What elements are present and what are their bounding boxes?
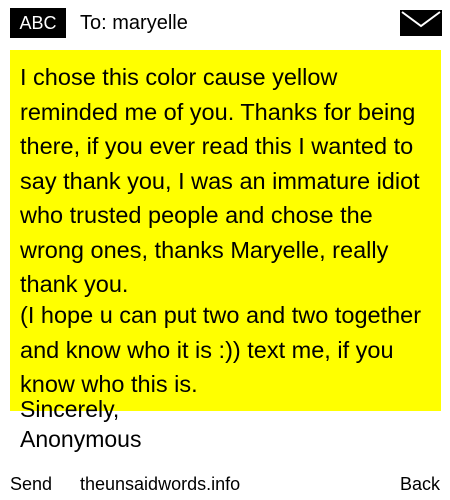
header-bar: ABC To: maryelle <box>0 0 450 46</box>
message-signoff: Sincerely, <box>20 396 120 422</box>
input-mode-badge[interactable]: ABC <box>10 8 66 38</box>
message-signature: Anonymous <box>20 426 142 452</box>
footer-bar: Send theunsaidwords.info Back <box>0 468 450 500</box>
to-label: To: <box>80 12 107 34</box>
envelope-icon[interactable] <box>400 10 442 36</box>
site-label: theunsaidwords.info <box>80 474 241 494</box>
recipient-name: maryelle <box>112 12 188 34</box>
message-area[interactable]: I chose this color cause yellow reminded… <box>10 50 441 452</box>
message-paragraph: I chose this color cause yellow reminded… <box>20 64 420 297</box>
recipient-line[interactable]: To: maryelle <box>80 8 188 38</box>
send-button[interactable]: Send <box>10 468 52 500</box>
message-paragraph-2: (I hope u can put two and two together a… <box>20 302 422 397</box>
message-signoff-block: Sincerely, Anonymous <box>20 394 432 454</box>
back-button[interactable]: Back <box>400 468 440 500</box>
